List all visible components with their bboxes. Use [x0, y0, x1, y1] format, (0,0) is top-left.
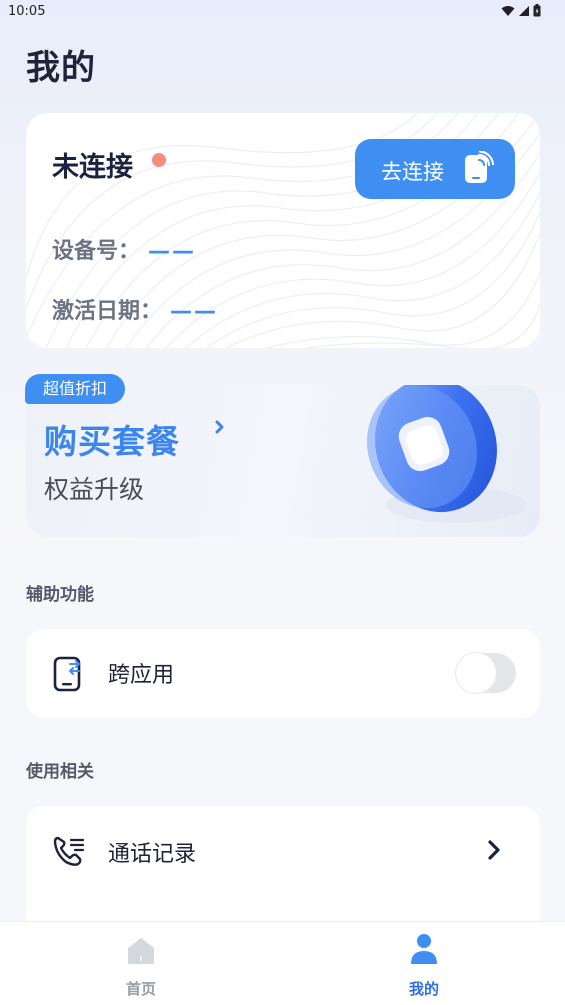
device-number-label: 设备号：: [52, 239, 141, 264]
toggle-knob: [456, 653, 496, 693]
cross-app-label: 跨应用: [108, 663, 175, 688]
cross-app-card: 跨应用: [26, 629, 540, 718]
cross-app-toggle[interactable]: [456, 653, 516, 693]
user-icon: [411, 934, 437, 964]
nav-item-home[interactable]: 首页: [81, 922, 201, 1005]
device-number-row: 设备号： ——: [52, 233, 196, 265]
accessibility-section-title: 辅助功能: [26, 585, 94, 605]
purchase-plan-card[interactable]: 购买套餐 权益升级: [26, 385, 540, 537]
ring-illustration: [367, 385, 526, 523]
chevron-right-icon: [215, 420, 224, 434]
status-time: 10:05: [8, 4, 46, 19]
nav-item-mine[interactable]: 我的: [364, 922, 484, 1005]
device-number-value: ——: [148, 239, 197, 264]
connect-button[interactable]: 去连接: [355, 139, 515, 199]
phone-signal-icon: [465, 151, 495, 183]
page-title: 我的: [26, 48, 96, 88]
connection-status: 未连接: [52, 152, 133, 183]
cell-signal-icon: [519, 5, 529, 16]
status-icons: [501, 4, 541, 17]
status-bar: 10:05: [0, 0, 565, 22]
purchase-plan-subtitle: 权益升级: [44, 475, 145, 504]
discount-tag: 超值折扣: [25, 374, 126, 404]
nav-label-home: 首页: [125, 980, 156, 998]
nav-label-mine: 我的: [408, 980, 439, 998]
activation-date-label: 激活日期：: [52, 299, 163, 324]
status-dot: [152, 153, 166, 167]
battery-icon: [533, 4, 541, 17]
cross-app-icon: [53, 656, 81, 692]
activation-date-value: ——: [170, 299, 219, 324]
bottom-navigation: 首页 我的: [0, 921, 565, 1005]
call-log-row[interactable]: 通话记录: [26, 806, 540, 894]
chevron-right-icon: [488, 840, 500, 860]
purchase-plan-title: 购买套餐: [44, 422, 180, 461]
connect-button-label: 去连接: [381, 160, 444, 184]
call-log-label: 通话记录: [108, 842, 197, 867]
usage-section-title: 使用相关: [26, 762, 94, 782]
wifi-icon: [501, 5, 515, 16]
home-icon: [128, 938, 154, 964]
activation-date-row: 激活日期： ——: [52, 293, 218, 325]
device-card: 未连接 去连接 设备号： —— 激活日期： ——: [26, 113, 540, 348]
phone-call-log-icon: [53, 836, 85, 866]
